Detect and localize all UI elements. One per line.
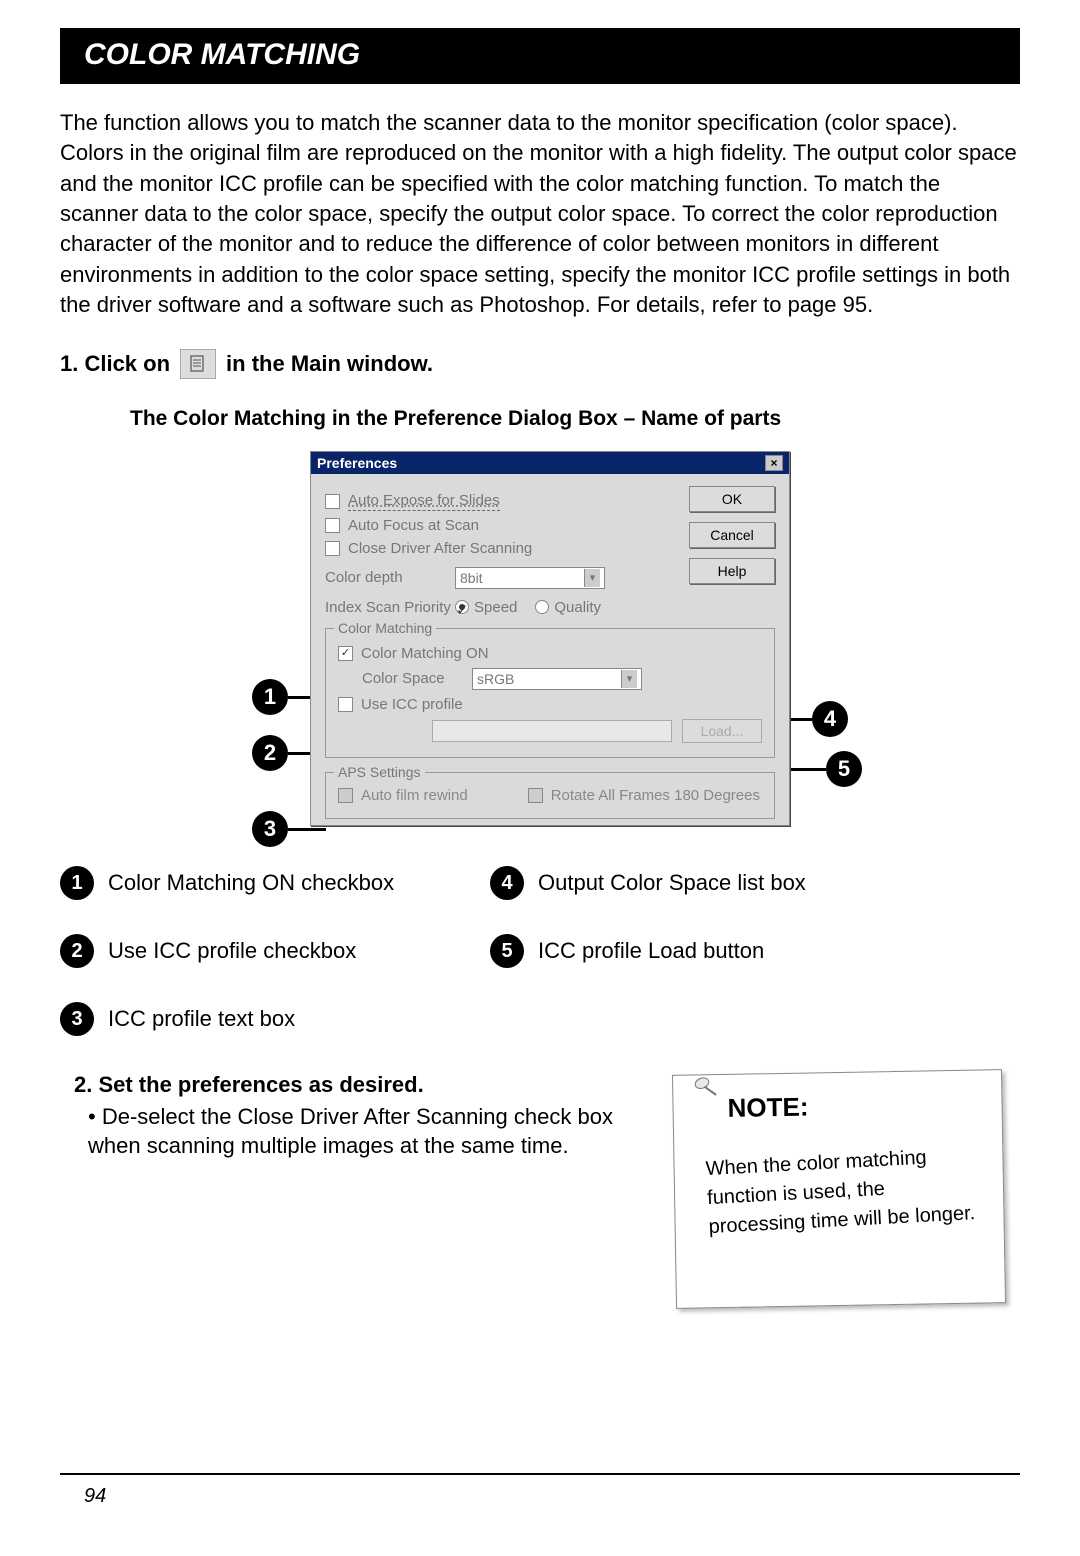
- legend-item-2: 2 Use ICC profile checkbox: [60, 934, 490, 968]
- legend-item-4: 4 Output Color Space list box: [490, 866, 920, 900]
- callout-2: 2: [252, 735, 288, 771]
- aps-group: APS Settings Auto film rewind Rotate All…: [325, 772, 775, 819]
- help-button[interactable]: Help: [689, 558, 775, 584]
- index-scan-label: Index Scan Priority: [325, 599, 455, 616]
- close-icon[interactable]: ×: [765, 455, 783, 471]
- ok-button[interactable]: OK: [689, 486, 775, 512]
- page-footer: 94: [60, 1473, 1020, 1508]
- legend-num-2: 2: [60, 934, 94, 968]
- auto-focus-label: Auto Focus at Scan: [348, 517, 479, 534]
- color-matching-group: Color Matching Color Matching ON Color S…: [325, 628, 775, 758]
- note-body: When the color matching function is used…: [705, 1140, 985, 1241]
- legend-item-5: 5 ICC profile Load button: [490, 934, 920, 968]
- close-driver-label: Close Driver After Scanning: [348, 540, 532, 557]
- color-depth-value: 8bit: [460, 570, 483, 586]
- dialog-title-text: Preferences: [317, 455, 397, 471]
- dialog-wrap: 1 2 3 4 5 Preferences × OK Cancel Help A…: [220, 451, 860, 826]
- chevron-down-icon: ▾: [621, 670, 637, 688]
- step-1: 1. Click on in the Main window.: [60, 349, 1020, 379]
- callout-4: 4: [812, 701, 848, 737]
- note-heading-text: NOTE:: [727, 1091, 808, 1123]
- callout-3: 3: [252, 811, 288, 847]
- aps-legend: APS Settings: [334, 764, 425, 780]
- legend-num-4: 4: [490, 866, 524, 900]
- speed-radio[interactable]: [455, 600, 469, 614]
- intro-paragraph: The function allows you to match the sca…: [60, 108, 1020, 321]
- pushpin-icon: [691, 1071, 717, 1097]
- load-button[interactable]: Load...: [682, 719, 762, 743]
- legend-label-2: Use ICC profile checkbox: [108, 938, 356, 964]
- color-matching-legend: Color Matching: [334, 620, 436, 636]
- callout-5: 5: [826, 751, 862, 787]
- auto-expose-checkbox[interactable]: [325, 494, 340, 509]
- legend-label-1: Color Matching ON checkbox: [108, 870, 394, 896]
- dialog-titlebar: Preferences ×: [311, 452, 789, 474]
- quality-label: Quality: [554, 599, 601, 616]
- aps-rotate-checkbox[interactable]: [528, 788, 543, 803]
- color-matching-on-checkbox[interactable]: [338, 646, 353, 661]
- legend-item-3: 3 ICC profile text box: [60, 1002, 490, 1036]
- legend-num-3: 3: [60, 1002, 94, 1036]
- legend-label-3: ICC profile text box: [108, 1006, 295, 1032]
- step-1-pre: 1. Click on: [60, 351, 170, 377]
- legend-list: 1 Color Matching ON checkbox 4 Output Co…: [60, 866, 1020, 1036]
- chevron-down-icon: ▾: [584, 569, 600, 587]
- legend-label-4: Output Color Space list box: [538, 870, 806, 896]
- color-depth-select[interactable]: 8bit ▾: [455, 567, 605, 589]
- use-icc-checkbox[interactable]: [338, 697, 353, 712]
- use-icc-label: Use ICC profile: [361, 696, 463, 713]
- legend-label-5: ICC profile Load button: [538, 938, 764, 964]
- legend-item-1: 1 Color Matching ON checkbox: [60, 866, 490, 900]
- step-1-post: in the Main window.: [226, 351, 433, 377]
- color-space-select[interactable]: sRGB ▾: [472, 668, 642, 690]
- aps-rotate-label: Rotate All Frames 180 Degrees: [551, 787, 760, 804]
- note-heading: NOTE:: [699, 1088, 981, 1124]
- cancel-button[interactable]: Cancel: [689, 522, 775, 548]
- color-space-value: sRGB: [477, 671, 514, 687]
- color-matching-on-label: Color Matching ON: [361, 645, 489, 662]
- color-space-label: Color Space: [362, 670, 472, 687]
- step-2-head: 2. Set the preferences as desired.: [74, 1072, 634, 1098]
- aps-rewind-label: Auto film rewind: [361, 787, 468, 804]
- aps-rewind-checkbox[interactable]: [338, 788, 353, 803]
- note-card: NOTE: When the color matching function i…: [672, 1069, 1006, 1309]
- auto-expose-label: Auto Expose for Slides: [348, 492, 500, 511]
- callout-1: 1: [252, 679, 288, 715]
- color-depth-label: Color depth: [325, 569, 455, 586]
- page-title: COLOR MATCHING: [60, 28, 1020, 84]
- page-number: 94: [84, 1485, 106, 1507]
- quality-radio[interactable]: [535, 600, 549, 614]
- subheading: The Color Matching in the Preference Dia…: [130, 407, 1020, 431]
- icc-profile-textbox[interactable]: [432, 720, 672, 742]
- preferences-icon: [180, 349, 216, 379]
- speed-label: Speed: [474, 599, 517, 616]
- close-driver-checkbox[interactable]: [325, 541, 340, 556]
- auto-focus-checkbox[interactable]: [325, 518, 340, 533]
- step-2-bullet: • De-select the Close Driver After Scann…: [88, 1102, 634, 1161]
- step-2: 2. Set the preferences as desired. • De-…: [74, 1072, 634, 1161]
- legend-num-5: 5: [490, 934, 524, 968]
- legend-num-1: 1: [60, 866, 94, 900]
- preferences-dialog: Preferences × OK Cancel Help Auto Expose…: [310, 451, 790, 826]
